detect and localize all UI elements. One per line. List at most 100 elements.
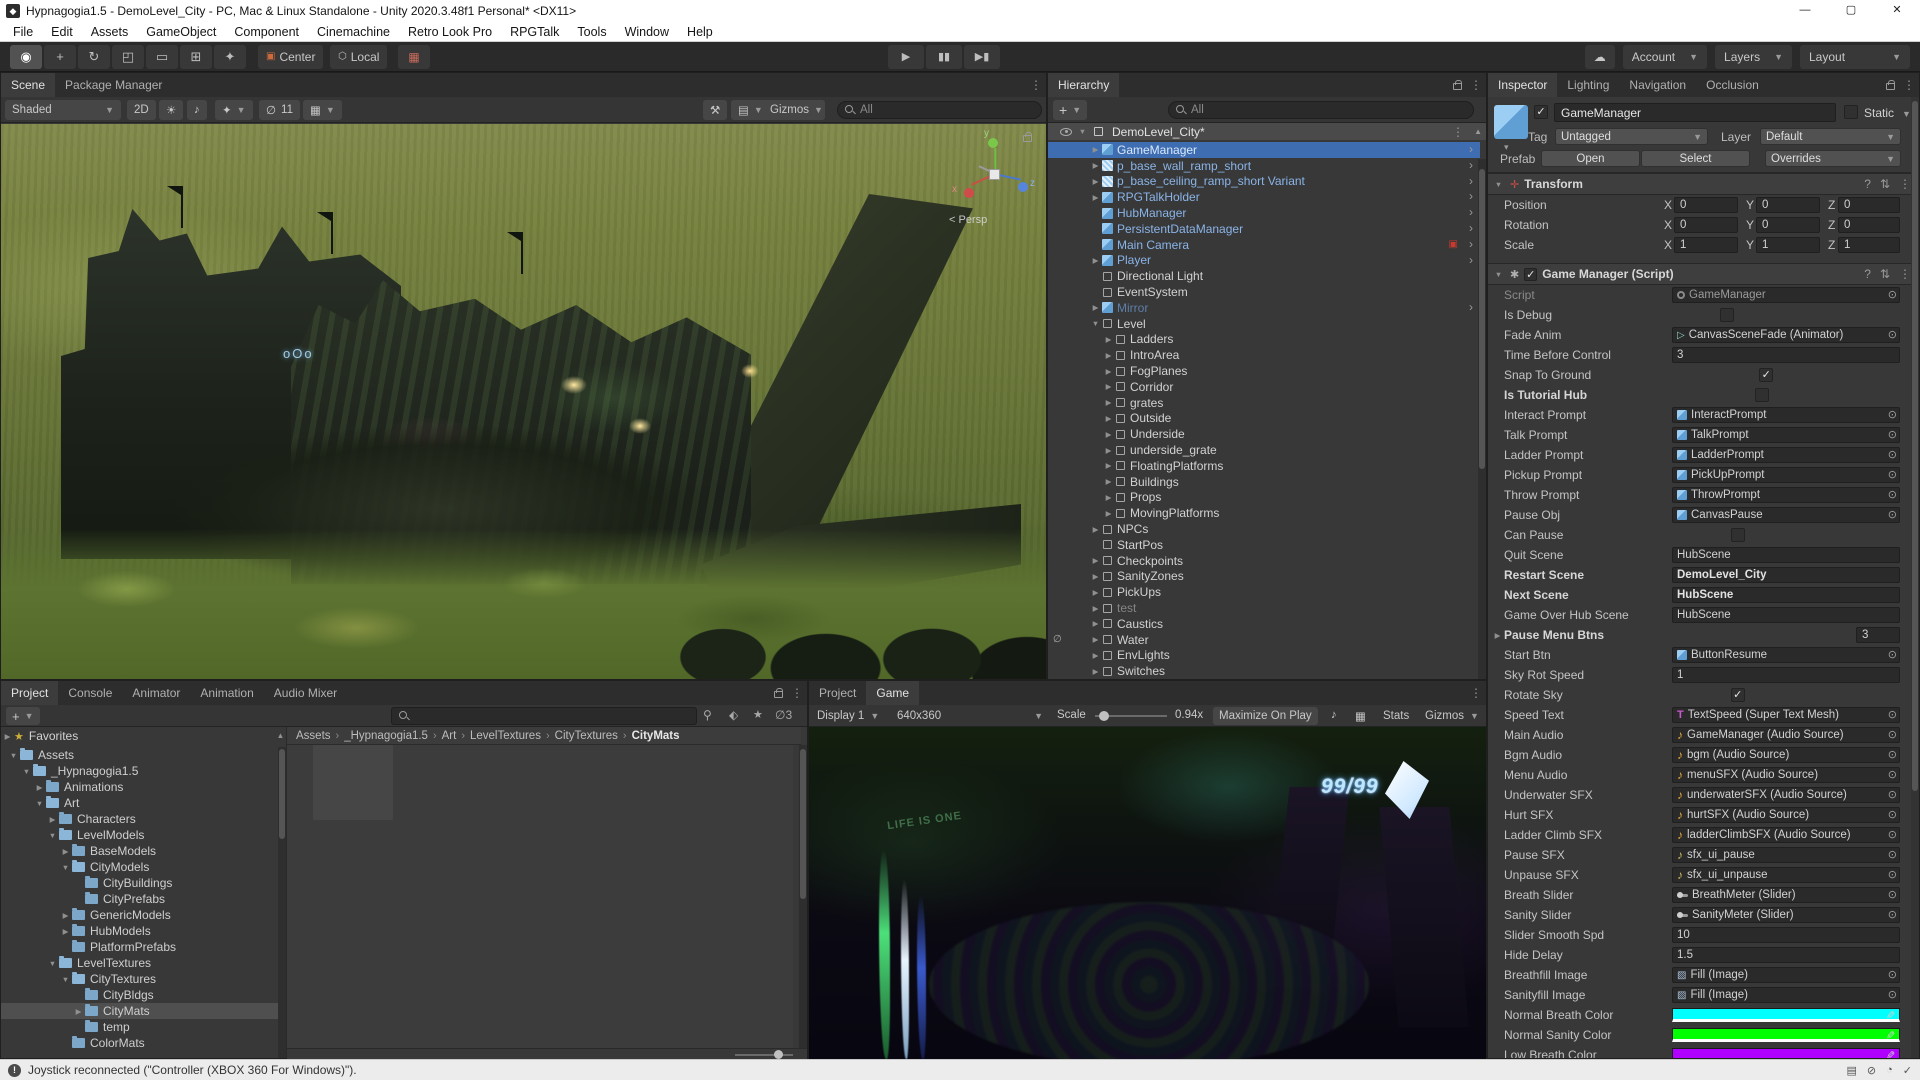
object-picker-icon[interactable]: ⊙ [1888,868,1897,881]
checkbox[interactable]: ✓ [1730,688,1745,702]
foldout-icon[interactable]: ▶ [1102,398,1115,407]
hierarchy-item[interactable]: ▶ MovingPlatforms [1048,505,1480,521]
hierarchy-item[interactable]: ▶ IntroArea [1048,347,1480,363]
text-field[interactable]: 1 [1672,667,1900,683]
number-field[interactable]: 3 [1856,627,1900,643]
tab-navigation[interactable]: Navigation [1619,73,1696,97]
kebab-menu-icon[interactable]: ⋮ [1452,125,1464,139]
foldout-icon[interactable]: ▶ [46,815,59,824]
object-picker-icon[interactable]: ⊙ [1888,808,1897,821]
foldout-icon[interactable]: ▶ [1089,556,1102,565]
hierarchy-item[interactable]: ▶ p_base_ceiling_ramp_short Variant › [1048,174,1480,190]
breadcrumb-segment[interactable]: Art [442,730,457,742]
hidden-eye-icon[interactable]: ∅ [1053,634,1062,645]
step-button[interactable]: ▶▮ [964,45,1000,69]
text-field[interactable]: HubScene [1672,607,1900,623]
foldout-icon[interactable]: ▶ [1089,303,1102,312]
foldout-icon[interactable]: ▶ [1102,335,1115,344]
hierarchy-item[interactable]: ▶ FogPlanes [1048,363,1480,379]
foldout-icon[interactable]: ▶ [1102,351,1115,360]
scene-search-input[interactable]: All [837,101,1042,119]
hierarchy-item[interactable]: ▶ Switches [1048,663,1480,679]
grid-visibility-dropdown[interactable]: ▦ ▼ [303,100,342,120]
object-field[interactable]: PickUpPrompt ⊙ [1672,467,1900,483]
scene-root-row[interactable]: ▼ DemoLevel_City* ⋮ ▲ [1048,123,1486,140]
object-field[interactable]: ♪ sfx_ui_unpause ⊙ [1672,867,1900,883]
folder-tree-item[interactable]: ▼ Art [1,795,278,811]
foldout-icon[interactable]: ▶ [33,783,46,792]
object-picker-icon[interactable]: ⊙ [1888,328,1897,341]
foldout-icon[interactable]: ▼ [20,767,33,776]
menu-item-rpgtalk[interactable]: RPGTalk [501,22,568,42]
foldout-icon[interactable]: ▶ [1102,430,1115,439]
project-tree-scrollbar[interactable] [278,747,286,1058]
foldout-icon[interactable]: ▼ [33,799,46,808]
foldout-icon[interactable]: ▼ [59,975,72,984]
foldout-icon[interactable]: ▶ [1491,631,1504,640]
vsync-icon[interactable]: ▦ [1355,709,1366,723]
folder-tree-item[interactable]: ▼ LevelModels [1,827,278,843]
foldout-icon[interactable]: ▶ [1089,619,1102,628]
folder-tree-item[interactable]: PlatformPrefabs [1,939,278,955]
foldout-icon[interactable]: ▶ [1102,382,1115,391]
object-field[interactable]: ♪ bgm (Audio Source) ⊙ [1672,747,1900,763]
transform-rotation-y-field[interactable]: 0 [1756,217,1820,233]
hierarchy-item[interactable]: StartPos [1048,537,1480,553]
text-field[interactable]: 10 [1672,927,1900,943]
presets-icon[interactable]: ⇅ [1880,177,1890,191]
asset-grid-scrollbar[interactable] [799,745,807,1048]
kebab-menu-icon[interactable]: ⋮ [1899,177,1911,191]
scene-tools-button[interactable]: ⚒ [703,100,728,120]
color-swatch[interactable]: ✎ [1672,1008,1900,1022]
tab-lighting[interactable]: Lighting [1557,73,1619,97]
object-field[interactable]: ♪ underwaterSFX (Audio Source) ⊙ [1672,787,1900,803]
checkbox[interactable]: ✓ [1759,368,1774,382]
foldout-icon[interactable]: ▶ [1089,667,1102,676]
object-field[interactable]: CanvasPause ⊙ [1672,507,1900,523]
object-picker-icon[interactable]: ⊙ [1888,708,1897,721]
hierarchy-item[interactable]: ▶ Mirror › [1048,300,1480,316]
eyedropper-icon[interactable]: ✎ [1886,1009,1895,1022]
component-enabled-checkbox[interactable]: ✓ [1524,267,1538,281]
collab-icon[interactable]: ⊘ [1867,1064,1876,1077]
menu-item-gameobject[interactable]: GameObject [137,22,225,42]
hierarchy-item[interactable]: ▶ Caustics [1048,616,1480,632]
text-field[interactable]: HubScene [1672,587,1900,603]
object-picker-icon[interactable]: ⊙ [1888,448,1897,461]
object-field[interactable]: ▨ Fill (Image) ⊙ [1672,987,1900,1003]
folder-tree-item[interactable]: CityBldgs [1,987,278,1003]
gizmo-lock-icon[interactable] [1023,132,1032,142]
create-asset-button[interactable]: + ▼ [6,707,40,725]
text-field[interactable]: 3 [1672,347,1900,363]
hierarchy-item[interactable]: ▶ FloatingPlatforms [1048,458,1480,474]
transform-tool-button[interactable]: ⊞ [180,45,212,69]
prefab-nav-arrow[interactable]: › [1469,300,1473,314]
prefab-open-button[interactable]: Open [1541,150,1640,167]
folder-tree-item[interactable]: ▼ _Hypnagogia1.5 [1,763,278,779]
checkbox[interactable] [1755,388,1770,402]
lock-icon[interactable] [1453,80,1462,90]
folder-tree-item[interactable]: CityPrefabs [1,891,278,907]
object-field[interactable]: ButtonResume ⊙ [1672,647,1900,663]
object-picker-icon[interactable]: ⊙ [1888,728,1897,741]
active-checkbox[interactable]: ✓ [1534,105,1548,119]
resolution-dropdown[interactable]: 640x360 ▼ [891,707,1049,725]
tab-animator[interactable]: Animator [122,681,190,705]
checkbox[interactable] [1731,528,1746,542]
transform-rotation-x-field[interactable]: 0 [1674,217,1738,233]
foldout-icon[interactable]: ▶ [1,732,14,741]
hierarchy-item[interactable]: ▶ Player › [1048,253,1480,269]
foldout-icon[interactable]: ▶ [1089,651,1102,660]
object-picker-icon[interactable]: ⊙ [1888,648,1897,661]
menu-item-window[interactable]: Window [616,22,678,42]
foldout-icon[interactable]: ▼ [1492,270,1505,279]
breadcrumb-segment[interactable]: Assets [296,730,331,742]
pause-button[interactable]: ▮▮ [926,45,962,69]
account-dropdown[interactable]: Account ▼ [1622,45,1708,69]
object-field[interactable]: ThrowPrompt ⊙ [1672,487,1900,503]
foldout-icon[interactable]: ▶ [1089,572,1102,581]
folder-tree-item[interactable]: ▼ CityTextures [1,971,278,987]
menu-item-edit[interactable]: Edit [42,22,82,42]
checkbox[interactable] [1720,308,1735,322]
hierarchy-item[interactable]: ▶ GameManager › [1048,142,1480,158]
